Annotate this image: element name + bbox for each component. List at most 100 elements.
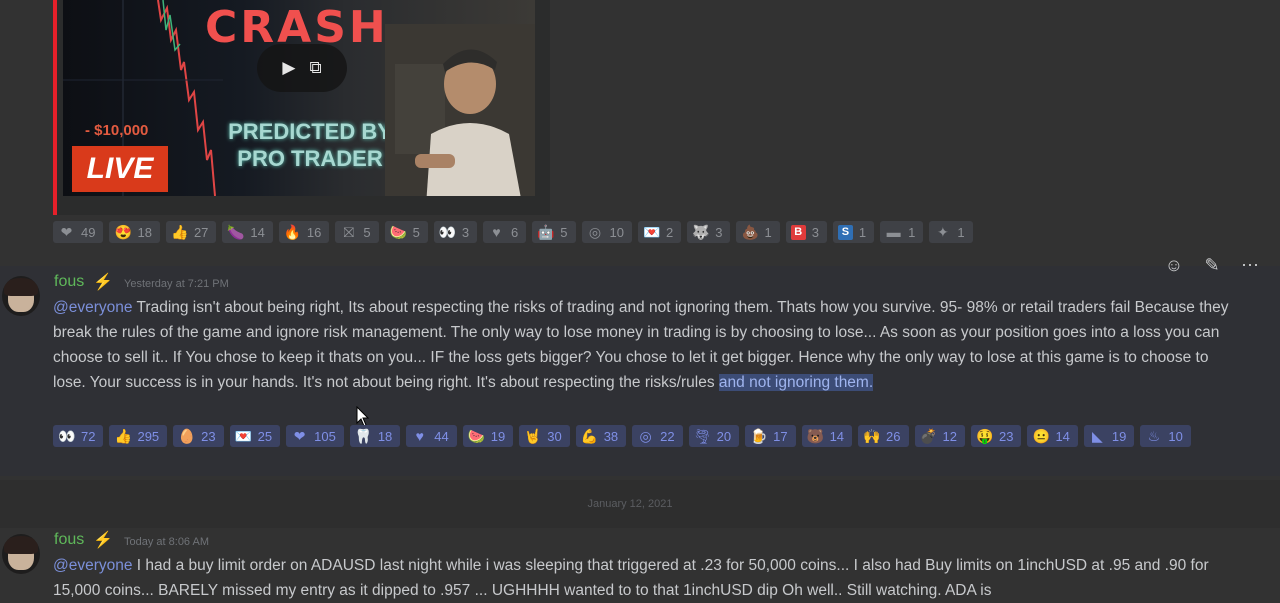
username[interactable]: fous xyxy=(54,273,84,291)
poop-icon: 💩 xyxy=(741,224,759,240)
letter-b-icon: B xyxy=(790,224,806,240)
bomb-icon: 💣 xyxy=(919,428,937,444)
target-icon: ◎ xyxy=(588,224,602,240)
reaction-count: 26 xyxy=(886,428,901,444)
mention-everyone[interactable]: @everyone xyxy=(53,557,133,574)
eggplant-icon: 🍆 xyxy=(227,224,245,240)
raised-hands-icon: 🙌 xyxy=(863,428,881,444)
selected-text: and not ignoring them. xyxy=(718,374,874,391)
neutral-face-icon: 😐 xyxy=(1032,428,1050,444)
reaction-count: 12 xyxy=(942,428,957,444)
reaction-button[interactable]: 💩 1 xyxy=(736,221,780,243)
love-letter-icon: 💌 xyxy=(234,428,253,444)
trader-photo xyxy=(385,24,535,196)
video-thumbnail[interactable]: CRASH - $10,000 LIVE PREDICTED BY PRO TR… xyxy=(63,0,535,196)
reaction-button[interactable]: 🤑 23 xyxy=(970,425,1022,447)
heart-icon: ♥ xyxy=(415,428,424,444)
reaction-button[interactable]: 🤖 5 xyxy=(532,221,576,243)
reaction-button[interactable]: 😐 14 xyxy=(1027,425,1078,447)
australia-flag-icon: ✦ xyxy=(937,224,949,240)
reaction-button[interactable]: 😍 18 xyxy=(109,221,160,243)
reaction-button[interactable]: 👀 3 xyxy=(433,221,478,243)
reaction-button[interactable]: 🐻 14 xyxy=(801,425,853,447)
reaction-button[interactable]: 🍺 17 xyxy=(745,425,796,447)
reaction-button[interactable]: 🌪 20 xyxy=(688,425,740,447)
reaction-button[interactable]: ♥ 6 xyxy=(483,221,527,243)
avatar[interactable] xyxy=(2,534,40,574)
beer-icon: 🍺 xyxy=(750,428,768,444)
reaction-button[interactable]: ✦ 1 xyxy=(929,221,973,243)
reaction-count: 25 xyxy=(257,428,273,444)
reaction-button[interactable]: ◎ 10 xyxy=(581,221,632,243)
red-heart-icon: ❤ xyxy=(60,224,73,240)
reaction-button[interactable]: 👍 27 xyxy=(165,221,217,243)
reaction-button[interactable]: 💌 2 xyxy=(637,221,682,243)
mention-everyone[interactable]: @everyone xyxy=(53,299,133,316)
reaction-count: 18 xyxy=(377,428,393,444)
egg-icon: 🥚 xyxy=(178,428,196,444)
reaction-bar-message: 👀 72 👍 295 🥚 23 💌 25 ❤ 105 🦷 18 ♥ 44 🍉 19 🤘 30 💪 38 ◎ 22 🌪 20 🍺 1… xyxy=(53,425,1213,447)
reaction-button[interactable]: 🙌 26 xyxy=(858,425,909,447)
reaction-button[interactable]: S1 xyxy=(832,221,875,243)
red-heart-icon: ❤ xyxy=(293,428,306,444)
love-letter-icon: 💌 xyxy=(642,224,661,240)
message-body: I had a buy limit order on ADAUSD last n… xyxy=(53,557,1209,599)
reaction-count: 2 xyxy=(665,224,674,240)
reaction-button[interactable]: ♨ 10 xyxy=(1140,425,1191,447)
reaction-button[interactable]: ❤ 105 xyxy=(286,425,344,447)
eyes-icon: 👀 xyxy=(58,428,76,444)
reaction-count: 105 xyxy=(314,428,336,444)
reaction-button[interactable]: ◣ 19 xyxy=(1083,425,1135,447)
reaction-count: 14 xyxy=(250,224,265,240)
play-icon: ▶ xyxy=(282,58,296,77)
lightning-icon: ⚡ xyxy=(93,274,113,291)
open-external-icon[interactable]: ⧉ xyxy=(309,58,321,78)
reaction-count: 3 xyxy=(715,224,723,240)
reaction-button[interactable]: 💌 25 xyxy=(229,425,281,447)
reaction-button[interactable]: ◎ 22 xyxy=(632,425,683,447)
reaction-button[interactable]: 🍉 5 xyxy=(384,221,428,243)
reaction-button[interactable]: ❤ 49 xyxy=(53,221,104,243)
divider-date: January 12, 2021 xyxy=(587,498,673,510)
thumbnail-amount: - $10,000 xyxy=(85,122,149,139)
avatar[interactable] xyxy=(2,276,40,316)
add-reaction-icon[interactable]: ☺ xyxy=(1162,253,1186,277)
reaction-count: 22 xyxy=(660,428,675,444)
reaction-count: 72 xyxy=(81,428,96,444)
reaction-count: 3 xyxy=(811,224,819,240)
tornado-icon: 🌪 xyxy=(693,428,712,444)
edit-icon[interactable]: ✎ xyxy=(1200,253,1224,277)
reaction-button[interactable]: 🦷 18 xyxy=(349,425,401,447)
reaction-button[interactable]: 👍 295 xyxy=(109,425,168,447)
reaction-button[interactable]: 🥚 23 xyxy=(173,425,224,447)
reaction-button[interactable]: 💪 38 xyxy=(575,425,627,447)
reaction-button[interactable]: ♥ 44 xyxy=(406,425,457,447)
wolf-icon: 🐺 xyxy=(692,224,710,240)
reaction-button[interactable]: B3 xyxy=(785,221,827,243)
watermelon-icon: 🍉 xyxy=(467,428,486,444)
reaction-count: 1 xyxy=(858,224,867,240)
reaction-count: 10 xyxy=(1168,428,1183,444)
heart-eyes-icon: 😍 xyxy=(114,224,132,240)
reaction-count: 6 xyxy=(511,224,519,240)
reaction-count: 5 xyxy=(412,224,420,240)
reaction-button[interactable]: 👀 72 xyxy=(53,425,104,447)
germany-flag-icon: ▬ xyxy=(886,224,901,240)
reaction-button[interactable]: 🍉 19 xyxy=(462,425,514,447)
reaction-button[interactable]: 🐺 3 xyxy=(687,221,731,243)
reaction-button[interactable]: 🤘 30 xyxy=(519,425,570,447)
play-button[interactable]: ▶ ⧉ xyxy=(257,44,347,92)
reaction-button[interactable]: 🍆 14 xyxy=(222,221,273,243)
reaction-button[interactable]: ⛝ 5 xyxy=(335,221,379,243)
reaction-count: 23 xyxy=(201,428,216,444)
reaction-count: 10 xyxy=(609,224,624,240)
reaction-button[interactable]: ▬ 1 xyxy=(880,221,924,243)
watermelon-icon: 🍉 xyxy=(389,224,408,240)
message-body: Trading isn't about being right, Its abo… xyxy=(53,299,1229,391)
message-content: @everyone I had a buy limit order on ADA… xyxy=(53,553,1233,603)
message-content: @everyone Trading isn't about being righ… xyxy=(53,295,1233,395)
reaction-button[interactable]: 🔥 16 xyxy=(278,221,330,243)
more-options-icon[interactable]: ⋯ xyxy=(1238,253,1262,277)
username[interactable]: fous xyxy=(54,531,84,549)
reaction-button[interactable]: 💣 12 xyxy=(914,425,965,447)
